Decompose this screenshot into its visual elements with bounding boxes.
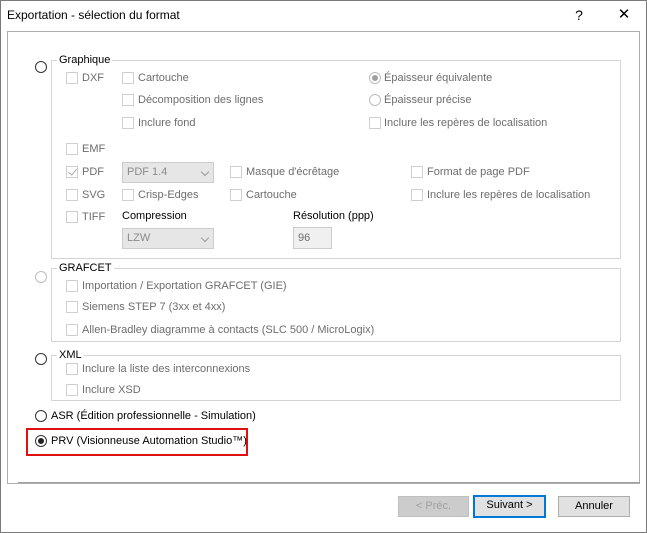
pdf-version-value: PDF 1.4 xyxy=(127,166,168,178)
prev-button[interactable]: < Préc. xyxy=(398,496,469,517)
epaisseur-equivalente-label: Épaisseur équivalente xyxy=(384,72,493,84)
radio-xml[interactable] xyxy=(35,353,47,365)
siemens-label: Siemens STEP 7 (3xx et 4xx) xyxy=(82,301,226,313)
checkbox-emf[interactable] xyxy=(66,143,78,155)
tiff-label: TIFF xyxy=(82,211,106,223)
checkbox-tiff[interactable] xyxy=(66,211,78,223)
cancel-button[interactable]: Annuler xyxy=(558,496,630,517)
compression-select[interactable]: LZW xyxy=(122,228,214,249)
resolution-label: Résolution (ppp) xyxy=(293,210,374,222)
xml-group-title: XML xyxy=(57,349,84,361)
checkbox-allen-bradley[interactable] xyxy=(66,324,78,336)
pdf-version-select[interactable]: PDF 1.4 xyxy=(122,162,214,183)
checkbox-siemens[interactable] xyxy=(66,301,78,313)
checkbox-reperes-dxf[interactable] xyxy=(369,117,381,129)
radio-grafcet[interactable] xyxy=(35,271,47,283)
checkbox-inclure-fond[interactable] xyxy=(122,117,134,129)
help-icon[interactable]: ? xyxy=(566,5,592,25)
window-title: Exportation - sélection du format xyxy=(7,8,180,22)
inclure-fond-label: Inclure fond xyxy=(138,117,196,129)
svg-label: SVG xyxy=(82,189,106,201)
prv-label: PRV (Visionneuse Automation Studio™) xyxy=(51,435,247,447)
checkbox-dxf[interactable] xyxy=(66,72,78,84)
radio-graphique[interactable] xyxy=(35,61,47,73)
compression-value: LZW xyxy=(127,232,151,244)
resolution-field[interactable]: 96 xyxy=(293,227,332,249)
pdf-label: PDF xyxy=(82,166,104,178)
grafcet-group-title: GRAFCET xyxy=(57,262,114,274)
cartouche-dxf-label: Cartouche xyxy=(138,72,189,84)
grafcet-gie-label: Importation / Exportation GRAFCET (GIE) xyxy=(82,280,287,292)
export-dialog: Exportation - sélection du format ? ✕ Gr… xyxy=(0,0,647,533)
epaisseur-precise-label: Épaisseur précise xyxy=(384,94,472,106)
checkbox-decomposition[interactable] xyxy=(122,94,134,106)
chevron-down-icon xyxy=(200,167,210,177)
interconnexions-label: Inclure la liste des interconnexions xyxy=(82,363,251,375)
emf-label: EMF xyxy=(82,143,106,155)
next-button[interactable]: Suivant > xyxy=(473,495,546,518)
radio-epaisseur-precise[interactable] xyxy=(369,94,381,106)
chevron-down-icon xyxy=(200,233,210,243)
footer-divider xyxy=(18,482,640,483)
decomposition-label: Décomposition des lignes xyxy=(138,94,264,106)
checkbox-cartouche-svg[interactable] xyxy=(230,189,242,201)
checkbox-cartouche-dxf[interactable] xyxy=(122,72,134,84)
asr-label: ASR (Édition professionnelle - Simulatio… xyxy=(51,410,256,422)
checkbox-format-page[interactable] xyxy=(411,166,423,178)
close-icon[interactable]: ✕ xyxy=(611,5,637,25)
graphique-group-title: Graphique xyxy=(57,54,113,66)
checkbox-grafcet-gie[interactable] xyxy=(66,280,78,292)
masque-label: Masque d'écrêtage xyxy=(246,166,340,178)
checkbox-interconnexions[interactable] xyxy=(66,363,78,375)
crisp-edges-label: Crisp-Edges xyxy=(138,189,199,201)
checkbox-svg[interactable] xyxy=(66,189,78,201)
compression-label: Compression xyxy=(122,210,187,222)
checkbox-pdf[interactable] xyxy=(66,166,78,178)
allen-bradley-label: Allen-Bradley diagramme à contacts (SLC … xyxy=(82,324,375,336)
checkbox-masque[interactable] xyxy=(230,166,242,178)
reperes-dxf-label: Inclure les repères de localisation xyxy=(384,117,548,129)
checkbox-xsd[interactable] xyxy=(66,384,78,396)
xsd-label: Inclure XSD xyxy=(82,384,141,396)
radio-epaisseur-equivalente[interactable] xyxy=(369,72,381,84)
checkbox-reperes-svg[interactable] xyxy=(411,189,423,201)
reperes-svg-label: Inclure les repères de localisation xyxy=(427,189,591,201)
format-page-label: Format de page PDF xyxy=(427,166,530,178)
radio-prv[interactable] xyxy=(35,435,47,447)
title-bar: Exportation - sélection du format ? ✕ xyxy=(1,1,646,31)
radio-asr[interactable] xyxy=(35,410,47,422)
checkbox-crisp-edges[interactable] xyxy=(122,189,134,201)
dxf-label: DXF xyxy=(82,72,104,84)
cartouche-svg-label: Cartouche xyxy=(246,189,297,201)
